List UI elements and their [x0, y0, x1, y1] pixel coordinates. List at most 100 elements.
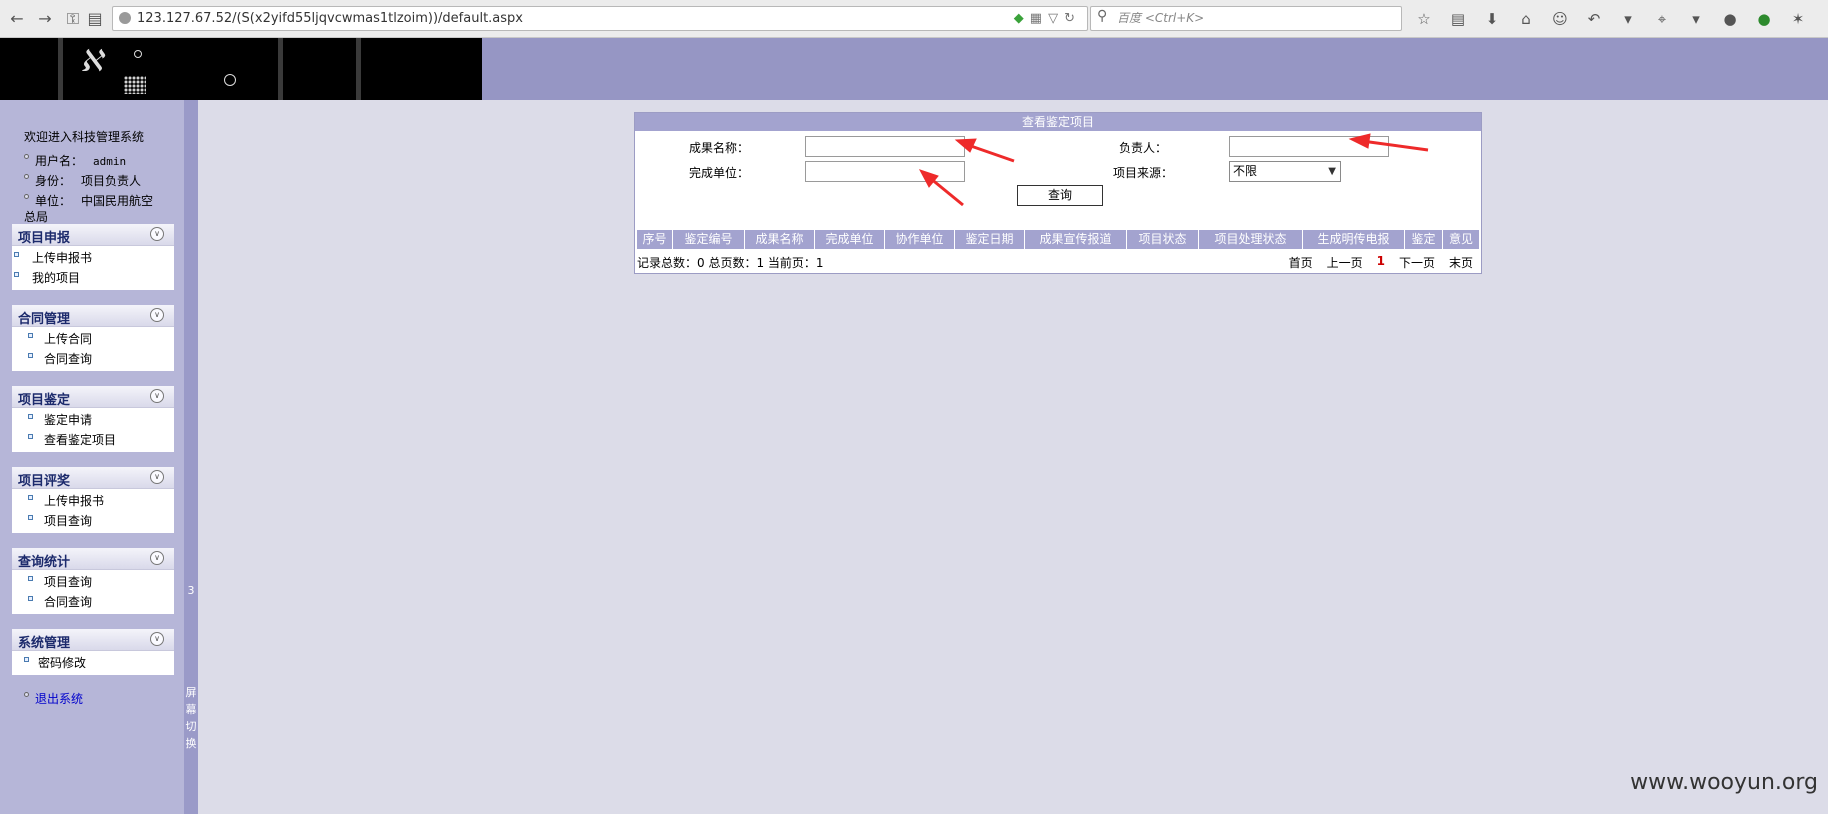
collapse-chevron-icon[interactable]: ∨ [150, 389, 164, 403]
decoration-sparkle [124, 76, 146, 94]
url-action-icons[interactable]: ◆▦▽↻ [1014, 7, 1081, 30]
logout-link[interactable]: 退出系统 [24, 690, 83, 707]
dropdown-icon[interactable]: ▽ [1048, 11, 1064, 26]
crop-icon[interactable]: ⌖ [1650, 7, 1674, 31]
panel-header[interactable]: 项目评奖 ∨ [12, 467, 174, 489]
panel-title[interactable]: 项目评奖 [18, 470, 70, 489]
menu-item-stats-contract-query[interactable]: 合同查询 [12, 592, 174, 612]
divider-char[interactable]: 切 [185, 718, 197, 735]
panel-system-management: 系统管理 ∨ 密码修改 [12, 629, 174, 675]
menu-item-label[interactable]: 项目查询 [44, 511, 92, 531]
unit-info: 单位： 中国民用航空 [24, 192, 153, 209]
site-info-icon[interactable] [119, 12, 131, 24]
menu-item-label[interactable]: 上传申报书 [44, 491, 104, 511]
person-in-charge-input[interactable] [1229, 136, 1389, 157]
back-icon[interactable]: ← [6, 8, 28, 30]
folder-icon[interactable]: ▤ [84, 8, 106, 30]
address-bar[interactable]: 123.127.67.52/(S(x2yifd55ljqvcwmas1tlzoi… [112, 6, 1088, 31]
key-icon[interactable]: ⚿ [62, 8, 84, 30]
extension-icon[interactable]: ● [1752, 7, 1776, 31]
form-title: 查看鉴定项目 [635, 113, 1481, 131]
addon-icon[interactable]: ✶ [1786, 7, 1810, 31]
forward-icon[interactable]: → [34, 8, 56, 30]
menu-item-label[interactable]: 查看鉴定项目 [44, 430, 116, 450]
decoration-ring [134, 50, 142, 58]
panel-title[interactable]: 系统管理 [18, 632, 70, 651]
collapse-chevron-icon[interactable]: ∨ [150, 551, 164, 565]
menu-item-upload-contract[interactable]: 上传合同 [12, 329, 174, 349]
download-icon[interactable]: ⬇ [1480, 7, 1504, 31]
reading-list-icon[interactable]: ▤ [1446, 7, 1470, 31]
menu-item-upload-award-application[interactable]: 上传申报书 [12, 491, 174, 511]
search-placeholder[interactable]: 百度 <Ctrl+K> [1117, 7, 1204, 30]
qr-icon[interactable]: ▦ [1030, 11, 1048, 26]
menu-item-label[interactable]: 上传合同 [44, 329, 92, 349]
person-in-charge-label: 负责人： [1119, 141, 1168, 155]
menu-item-view-appraisal[interactable]: 查看鉴定项目 [12, 430, 174, 450]
search-bar[interactable]: ⚲ 百度 <Ctrl+K> [1090, 6, 1402, 31]
col-header: 完成单位 [815, 230, 885, 249]
chevron-down-icon[interactable]: ▼ [1328, 162, 1336, 181]
menu-item-label[interactable]: 合同查询 [44, 349, 92, 369]
shield-icon[interactable]: ◆ [1014, 11, 1030, 26]
next-page-link[interactable]: 下一页 [1399, 254, 1435, 271]
result-name-input[interactable] [805, 136, 965, 157]
chat-icon[interactable]: ☺ [1548, 7, 1572, 31]
url-text[interactable]: 123.127.67.52/(S(x2yifd55ljqvcwmas1tlzoi… [137, 7, 523, 30]
panel-title[interactable]: 合同管理 [18, 308, 70, 327]
menu-item-label[interactable]: 我的项目 [32, 268, 80, 288]
panel-title[interactable]: 项目鉴定 [18, 389, 70, 408]
menu-item-label[interactable]: 项目查询 [44, 572, 92, 592]
header-banner: ℵ [0, 38, 482, 100]
menu-item-award-project-query[interactable]: 项目查询 [12, 511, 174, 531]
screen-toggle-bar[interactable]: 3 屏 幕 切 换 [184, 100, 198, 814]
role-label: 身份： [35, 174, 72, 188]
menu-item-label[interactable]: 密码修改 [38, 653, 86, 673]
menu-item-label[interactable]: 鉴定申请 [44, 410, 92, 430]
divider-char[interactable]: 幕 [185, 701, 197, 718]
panel-header[interactable]: 合同管理 ∨ [12, 305, 174, 327]
panel-header[interactable]: 查询统计 ∨ [12, 548, 174, 570]
panel-project-appraisal: 项目鉴定 ∨ 鉴定申请 查看鉴定项目 [12, 386, 174, 452]
menu-item-stats-project-query[interactable]: 项目查询 [12, 572, 174, 592]
bullet-icon [28, 515, 33, 520]
col-header: 鉴定 [1405, 230, 1443, 249]
panel-header[interactable]: 系统管理 ∨ [12, 629, 174, 651]
comment-icon[interactable]: ● [1718, 7, 1742, 31]
project-source-select[interactable]: 不限 ▼ [1229, 161, 1341, 182]
panel-header[interactable]: 项目鉴定 ∨ [12, 386, 174, 408]
logout-label[interactable]: 退出系统 [35, 692, 83, 706]
divider-char[interactable]: 屏 [185, 684, 197, 701]
menu-item-appraisal-apply[interactable]: 鉴定申请 [12, 410, 174, 430]
menu-item-label[interactable]: 上传申报书 [32, 248, 92, 268]
user-value: admin [93, 155, 127, 168]
menu-item-contract-query[interactable]: 合同查询 [12, 349, 174, 369]
menu-item-change-password[interactable]: 密码修改 [12, 653, 174, 673]
prev-page-link[interactable]: 上一页 [1327, 254, 1363, 271]
menu-arrow-icon[interactable]: ▾ [1616, 7, 1640, 31]
current-page: 1 [1376, 254, 1385, 268]
collapse-chevron-icon[interactable]: ∨ [150, 227, 164, 241]
divider-char[interactable]: 换 [185, 735, 197, 752]
query-button[interactable]: 查询 [1017, 185, 1103, 206]
reload-icon[interactable]: ↻ [1064, 11, 1081, 26]
logo-glyph: ℵ [80, 44, 103, 79]
panel-header[interactable]: 项目申报 ∨ [12, 224, 174, 246]
panel-title[interactable]: 查询统计 [18, 551, 70, 570]
last-page-link[interactable]: 末页 [1449, 254, 1473, 271]
completion-unit-input[interactable] [805, 161, 965, 182]
collapse-chevron-icon[interactable]: ∨ [150, 308, 164, 322]
menu-item-upload-application[interactable]: 上传申报书 [12, 248, 174, 268]
first-page-link[interactable]: 首页 [1289, 254, 1313, 271]
panel-title[interactable]: 项目申报 [18, 227, 70, 246]
menu-item-label[interactable]: 合同查询 [44, 592, 92, 612]
home-icon[interactable]: ⌂ [1514, 7, 1538, 31]
collapse-chevron-icon[interactable]: ∨ [150, 470, 164, 484]
undo-icon[interactable]: ↶ [1582, 7, 1606, 31]
bookmark-star-icon[interactable]: ☆ [1412, 7, 1436, 31]
collapse-chevron-icon[interactable]: ∨ [150, 632, 164, 646]
bullet-icon [24, 154, 29, 159]
project-source-value[interactable]: 不限 [1233, 164, 1257, 178]
menu-item-my-projects[interactable]: 我的项目 [12, 268, 174, 288]
menu-arrow-icon-2[interactable]: ▾ [1684, 7, 1708, 31]
